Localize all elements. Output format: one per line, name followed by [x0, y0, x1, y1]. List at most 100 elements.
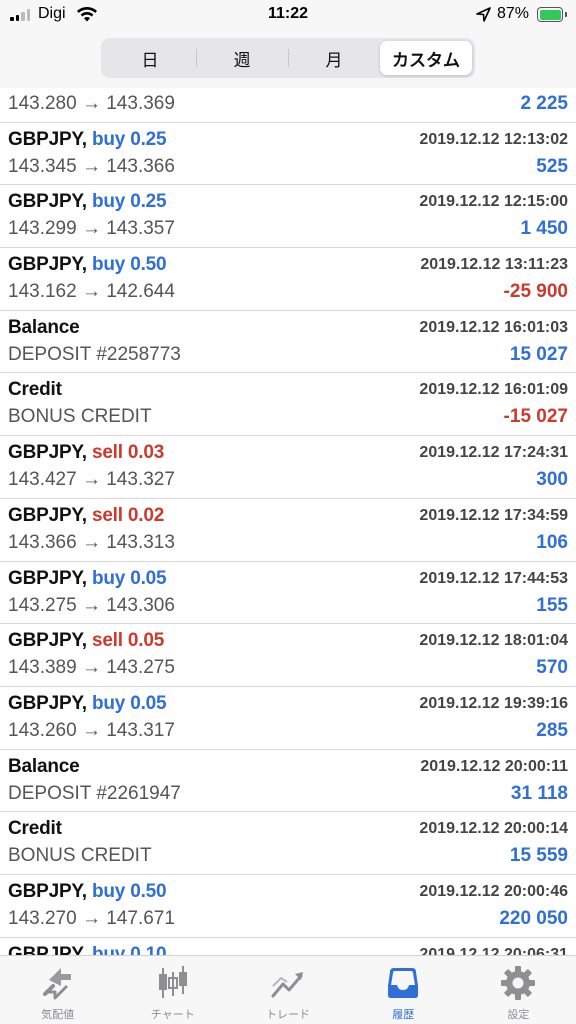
row-profit: -25 900: [503, 281, 568, 303]
trade-icon: [271, 972, 303, 998]
row-side: buy 0.25: [91, 128, 167, 150]
row-time: 2019.12.12 12:13:02: [419, 130, 568, 148]
history-row[interactable]: GBPJPY, buy 0.05 2019.12.12 17:44:53 143.2…: [0, 562, 576, 625]
row-symbol-text: Balance: [8, 316, 80, 338]
row-profit: 300: [536, 469, 568, 491]
history-row[interactable]: Balance 2019.12.12 20:00:11 DEPOSIT #22619…: [0, 750, 576, 813]
history-row[interactable]: GBPJPY, sell 0.02 2019.12.12 17:34:59 143.…: [0, 499, 576, 562]
row-profit: 31 118: [510, 782, 568, 804]
row-symbol: Balance: [8, 316, 80, 339]
row-symbol-text: GBPJPY,: [8, 191, 87, 213]
row-profit: -15 027: [503, 406, 568, 428]
row-profit: 570: [536, 657, 568, 679]
row-symbol-text: GBPJPY,: [8, 254, 87, 276]
row-time: 2019.12.12 19:39:16: [419, 694, 568, 712]
row-time: 2019.12.12 17:44:53: [419, 569, 568, 587]
row-symbol: GBPJPY, buy 0.25: [8, 128, 167, 151]
row-symbol: GBPJPY, sell 0.03: [8, 442, 164, 464]
row-profit: 525: [536, 155, 568, 177]
tab-label: チャート: [150, 1009, 195, 1021]
row-profit: 220 050: [499, 907, 568, 929]
row-symbol: GBPJPY, buy 0.05: [8, 567, 167, 590]
history-row[interactable]: GBPJPY, buy 0.50 2019.12.12 20:00:46 143.2…: [0, 875, 576, 938]
row-prices: 143.366 → 143.313: [8, 531, 175, 553]
history-row[interactable]: GBPJPY, sell 0.03 2019.12.12 17:24:31 143.…: [0, 436, 576, 499]
history-list[interactable]: 143.280 → 143.369 2 225 GBPJPY, buy 0.25…: [0, 88, 576, 955]
row-side: buy 0.05: [91, 567, 167, 589]
history-row[interactable]: GBPJPY, buy 0.05 2019.12.12 19:39:16 143.2…: [0, 687, 576, 750]
row-side: buy 0.05: [91, 692, 167, 714]
row-prices: 143.162 → 142.644: [8, 281, 175, 303]
row-profit: 15 559: [509, 845, 568, 867]
row-symbol: GBPJPY, buy 0.05: [8, 692, 167, 715]
row-symbol: Credit: [8, 379, 62, 401]
bottom-tab-bar: 気配値 チャート トレード 履歴 設定: [0, 955, 576, 1024]
segment-custom[interactable]: カスタム: [380, 41, 472, 75]
history-row[interactable]: Balance 2019.12.12 16:01:03 DEPOSIT #22587…: [0, 311, 576, 374]
row-side: sell 0.02: [91, 504, 165, 526]
period-segmented-control: 日 週 月 カスタム: [101, 38, 475, 78]
row-symbol-text: GBPJPY,: [8, 880, 87, 902]
chart-icon: [158, 966, 187, 998]
battery-icon: [537, 7, 567, 22]
row-prices: BONUS CREDIT: [8, 406, 152, 428]
tab-chart[interactable]: チャート: [115, 956, 230, 1024]
history-row[interactable]: Credit 2019.12.12 20:00:14 BONUS CREDIT 15 …: [0, 812, 576, 875]
row-symbol-text: GBPJPY,: [8, 943, 87, 955]
row-symbol-text: GBPJPY,: [8, 567, 87, 589]
row-prices: 143.260 → 143.317: [8, 719, 175, 741]
row-profit: 1 450: [520, 218, 568, 240]
row-symbol: Balance: [8, 756, 80, 778]
row-time: 2019.12.12 20:00:46: [419, 882, 568, 900]
row-symbol: GBPJPY, buy 0.50: [8, 254, 167, 276]
row-time: 2019.12.12 17:24:31: [419, 444, 568, 462]
row-time: 2019.12.12 16:01:03: [419, 318, 568, 336]
row-prices: DEPOSIT #2261947: [8, 782, 181, 804]
row-side: buy 0.10: [91, 943, 167, 955]
segment-day[interactable]: 日: [104, 41, 196, 75]
history-row-partial[interactable]: 143.280 → 143.369 2 225: [0, 88, 576, 123]
row-symbol-text: Credit: [8, 379, 62, 401]
row-time: 2019.12.12 16:01:09: [419, 381, 568, 399]
location-arrow-icon: [476, 7, 491, 22]
row-prices: 143.275 → 143.306: [8, 594, 175, 616]
segment-month[interactable]: 月: [288, 41, 380, 75]
row-symbol-text: GBPJPY,: [8, 128, 87, 150]
row-prices: 143.389 → 143.275: [8, 657, 175, 679]
tab-history[interactable]: 履歴: [346, 956, 461, 1024]
history-row[interactable]: GBPJPY, buy 0.50 2019.12.12 13:11:23 143.1…: [0, 248, 576, 311]
row-side: buy 0.25: [91, 191, 167, 213]
row-prices: 143.299 → 143.357: [8, 218, 175, 240]
tab-trade[interactable]: トレード: [230, 956, 345, 1024]
row-side: sell 0.05: [91, 630, 165, 652]
row-time: 2019.12.12 20:06:31: [419, 945, 568, 955]
history-row[interactable]: GBPJPY, buy 0.25 2019.12.12 12:13:02 143.3…: [0, 123, 576, 186]
row-prices: DEPOSIT #2258773: [8, 343, 181, 365]
tab-settings[interactable]: 設定: [461, 956, 576, 1024]
row-symbol: GBPJPY, sell 0.02: [8, 505, 164, 527]
history-row[interactable]: Credit 2019.12.12 16:01:09 BONUS CREDIT -15…: [0, 373, 576, 437]
tab-quotes[interactable]: 気配値: [0, 956, 115, 1024]
period-filter-bar: 日 週 月 カスタム: [0, 30, 576, 88]
history-row[interactable]: GBPJPY, buy 0.10 2019.12.12 20:06:31: [0, 938, 576, 955]
row-time: 2019.12.12 13:11:23: [420, 256, 568, 274]
row-symbol: GBPJPY, buy 0.10: [8, 943, 167, 955]
row-side: buy 0.50: [91, 254, 167, 276]
row-symbol: Credit: [8, 818, 62, 840]
row-profit: 155: [536, 594, 568, 616]
tab-label: 設定: [507, 1009, 530, 1021]
tab-label: トレード: [266, 1009, 310, 1021]
row-prices: 143.270 → 147.671: [8, 907, 175, 929]
row-profit: 106: [536, 531, 568, 553]
row-time: 2019.12.12 12:15:00: [419, 193, 568, 211]
settings-icon: [501, 966, 536, 1000]
history-row[interactable]: GBPJPY, sell 0.05 2019.12.12 18:01:04 143.…: [0, 624, 576, 687]
history-row[interactable]: GBPJPY, buy 0.25 2019.12.12 12:15:00 143.2…: [0, 185, 576, 249]
row-symbol: GBPJPY, buy 0.25: [8, 191, 167, 213]
segment-week[interactable]: 週: [196, 41, 288, 75]
row-prices: 143.280 → 143.369: [8, 93, 175, 114]
row-side: buy 0.50: [91, 880, 167, 902]
row-side: sell 0.03: [91, 442, 165, 464]
row-symbol-text: Credit: [8, 818, 62, 840]
row-time: 2019.12.12 17:34:59: [419, 506, 568, 524]
